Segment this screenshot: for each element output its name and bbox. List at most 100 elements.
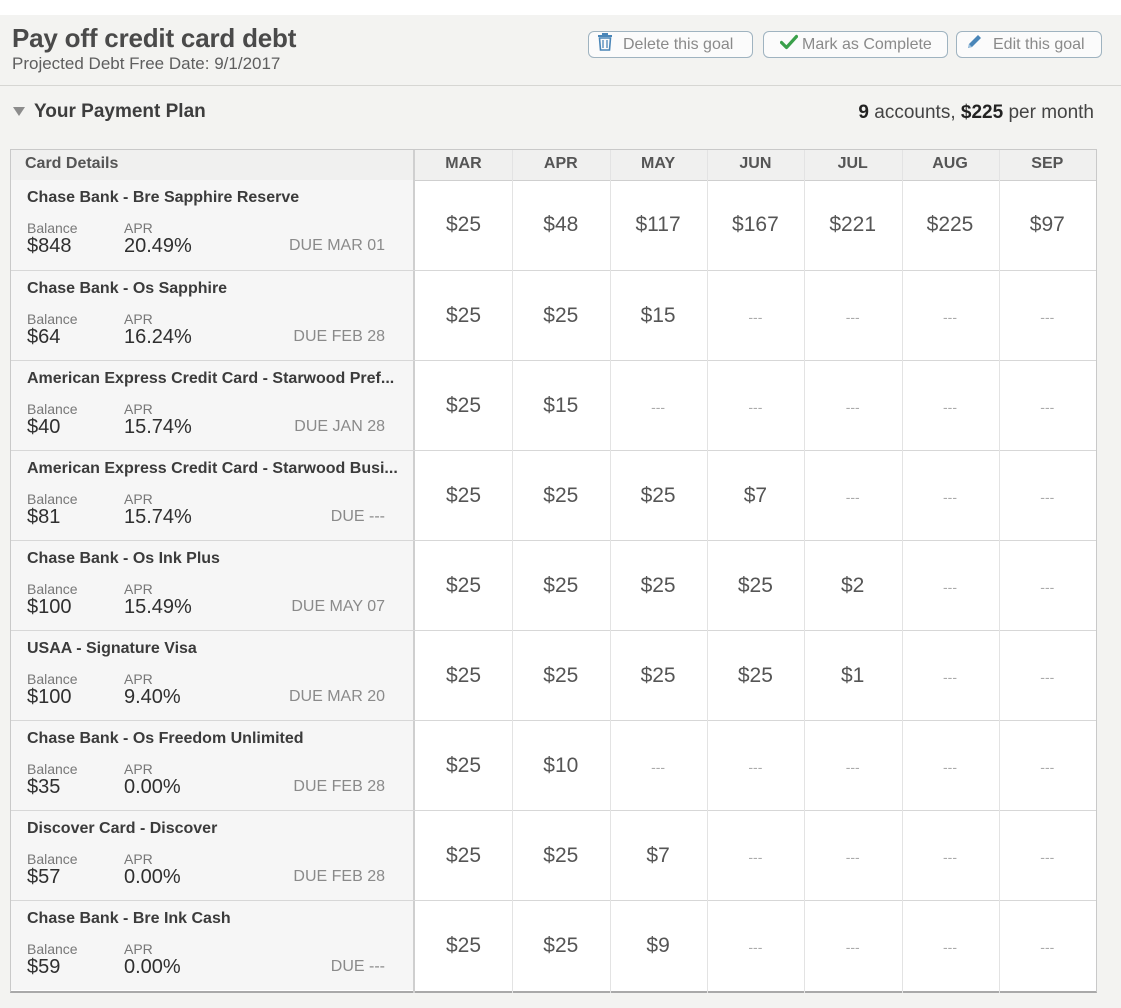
edit-goal-button[interactable]: Edit this goal bbox=[956, 31, 1102, 58]
payment-cell: --- bbox=[1040, 399, 1055, 415]
card-name: American Express Credit Card - Starwood … bbox=[27, 370, 395, 387]
payment-cell: $25 bbox=[543, 664, 579, 687]
payment-cell: $15 bbox=[543, 394, 579, 417]
payment-cell: $25 bbox=[543, 574, 579, 597]
payment-cell: --- bbox=[1040, 489, 1055, 505]
balance-label: Balance bbox=[27, 311, 78, 327]
apr-value: 0.00% bbox=[124, 776, 181, 798]
mark-complete-label: Mark as Complete bbox=[802, 35, 932, 53]
card-name: Chase Bank - Os Sapphire bbox=[27, 280, 228, 297]
payment-cell: --- bbox=[748, 399, 763, 415]
apr-label: APR bbox=[124, 941, 153, 957]
apr-label: APR bbox=[124, 311, 153, 327]
apr-value: 15.74% bbox=[124, 416, 192, 438]
payment-cell: $25 bbox=[445, 574, 482, 597]
table-row[interactable]: Chase Bank - Bre Ink Cash Balance APR $59 0.… bbox=[11, 900, 1096, 990]
table-row[interactable]: American Express Credit Card - Starwood … bbox=[11, 360, 1096, 450]
payment-cell: $25 bbox=[543, 934, 579, 957]
due-date: DUE --- bbox=[330, 958, 385, 975]
payment-cell: $25 bbox=[640, 484, 676, 507]
triangle-down-icon[interactable] bbox=[12, 104, 26, 118]
due-date: DUE FEB 28 bbox=[293, 328, 385, 345]
table-row[interactable]: Chase Bank - Os Sapphire Balance APR $64 16.… bbox=[11, 270, 1096, 360]
payment-cell: --- bbox=[943, 849, 957, 865]
table-header: Card Details MAR APR MAY JUN JUL AUG SEP bbox=[11, 150, 1096, 181]
payment-cell: --- bbox=[943, 399, 957, 415]
payment-cell: --- bbox=[651, 759, 666, 775]
payment-cell: $25 bbox=[445, 213, 482, 236]
balance-value: $57 bbox=[27, 866, 61, 888]
card-name: Chase Bank - Bre Sapphire Reserve bbox=[27, 189, 300, 206]
accounts-word: accounts, bbox=[874, 102, 956, 123]
table-row[interactable]: American Express Credit Card - Starwood … bbox=[11, 450, 1096, 540]
payment-cell: $25 bbox=[445, 394, 482, 417]
payment-cell: --- bbox=[1040, 939, 1055, 955]
table-row[interactable]: Discover Card - Discover Balance APR $57 0.0… bbox=[11, 810, 1096, 900]
trash-icon bbox=[597, 33, 613, 56]
goal-title: Pay off credit card debt bbox=[12, 23, 297, 53]
payment-cell: --- bbox=[943, 309, 957, 325]
payment-cell: --- bbox=[845, 849, 860, 865]
balance-label: Balance bbox=[27, 581, 78, 597]
card-name: USAA - Signature Visa bbox=[27, 640, 197, 657]
apr-value: 15.74% bbox=[124, 506, 192, 528]
payment-cell: --- bbox=[845, 309, 860, 325]
balance-value: $848 bbox=[27, 235, 72, 257]
goal-header: Pay off credit card debt Projected Debt … bbox=[0, 15, 1121, 86]
payment-plan-bar: Your Payment Plan 9 accounts, $225 per m… bbox=[0, 96, 1121, 130]
balance-value: $100 bbox=[27, 686, 72, 708]
apr-label: APR bbox=[124, 491, 153, 507]
month-header: APR bbox=[543, 155, 578, 172]
payment-cell: $225 bbox=[926, 213, 974, 236]
payment-cell: --- bbox=[1040, 579, 1055, 595]
payment-plan-summary: 9 accounts, $225 per month bbox=[858, 102, 1094, 124]
table-row[interactable]: USAA - Signature Visa Balance APR $100 9.40%… bbox=[11, 630, 1096, 720]
payment-cell: $25 bbox=[737, 574, 773, 597]
balance-label: Balance bbox=[27, 671, 78, 687]
column-divider bbox=[804, 150, 805, 993]
payment-cell: $9 bbox=[646, 934, 670, 957]
payment-cell: --- bbox=[845, 399, 860, 415]
apr-label: APR bbox=[124, 671, 153, 687]
payment-cell: $25 bbox=[543, 304, 579, 327]
card-name: Chase Bank - Bre Ink Cash bbox=[27, 910, 231, 927]
payment-cell: $25 bbox=[640, 664, 676, 687]
table-row[interactable]: Chase Bank - Os Ink Plus Balance APR $100 15… bbox=[11, 540, 1096, 630]
payment-cell: $25 bbox=[445, 754, 482, 777]
payment-plan-title[interactable]: Your Payment Plan bbox=[34, 101, 206, 123]
card-name: American Express Credit Card - Starwood … bbox=[27, 460, 398, 477]
table-row[interactable]: Chase Bank - Os Freedom Unlimited Balance… bbox=[11, 720, 1096, 810]
payment-cell: $15 bbox=[640, 304, 676, 327]
card-details-cell: Discover Card - Discover Balance APR $57 0.0… bbox=[11, 811, 413, 900]
card-details-cell: Chase Bank - Os Freedom Unlimited Balance… bbox=[11, 721, 413, 810]
payment-cell: $25 bbox=[445, 484, 482, 507]
payment-cell: $167 bbox=[732, 213, 779, 236]
balance-label: Balance bbox=[27, 761, 78, 777]
column-divider bbox=[610, 150, 611, 993]
month-header: MAY bbox=[641, 155, 676, 172]
payment-cell: --- bbox=[845, 939, 860, 955]
payment-cell: $25 bbox=[445, 304, 482, 327]
payment-cell: --- bbox=[845, 759, 860, 775]
monthly-word: per month bbox=[1008, 102, 1094, 123]
payment-cell: --- bbox=[1040, 759, 1055, 775]
mark-complete-button[interactable]: Mark as Complete bbox=[763, 31, 948, 58]
projected-date: Projected Debt Free Date: 9/1/2017 bbox=[12, 54, 281, 73]
card-details-header: Card Details bbox=[25, 155, 119, 172]
due-date: DUE JAN 28 bbox=[294, 418, 385, 435]
month-header: JUL bbox=[837, 155, 868, 172]
accounts-count: 9 bbox=[858, 102, 869, 123]
due-date: DUE MAR 01 bbox=[288, 237, 385, 254]
column-divider bbox=[999, 150, 1000, 993]
apr-label: APR bbox=[124, 401, 153, 417]
column-divider bbox=[707, 150, 708, 993]
payment-cell: --- bbox=[748, 309, 763, 325]
payment-cell: $10 bbox=[543, 754, 579, 777]
balance-value: $59 bbox=[27, 956, 61, 978]
monthly-amount: $225 bbox=[960, 102, 1004, 123]
payment-cell: --- bbox=[943, 669, 957, 685]
payment-cell: $25 bbox=[640, 574, 676, 597]
balance-label: Balance bbox=[27, 941, 78, 957]
table-row[interactable]: Chase Bank - Bre Sapphire Reserve Balance… bbox=[11, 180, 1096, 270]
delete-goal-button[interactable]: Delete this goal bbox=[588, 31, 753, 58]
